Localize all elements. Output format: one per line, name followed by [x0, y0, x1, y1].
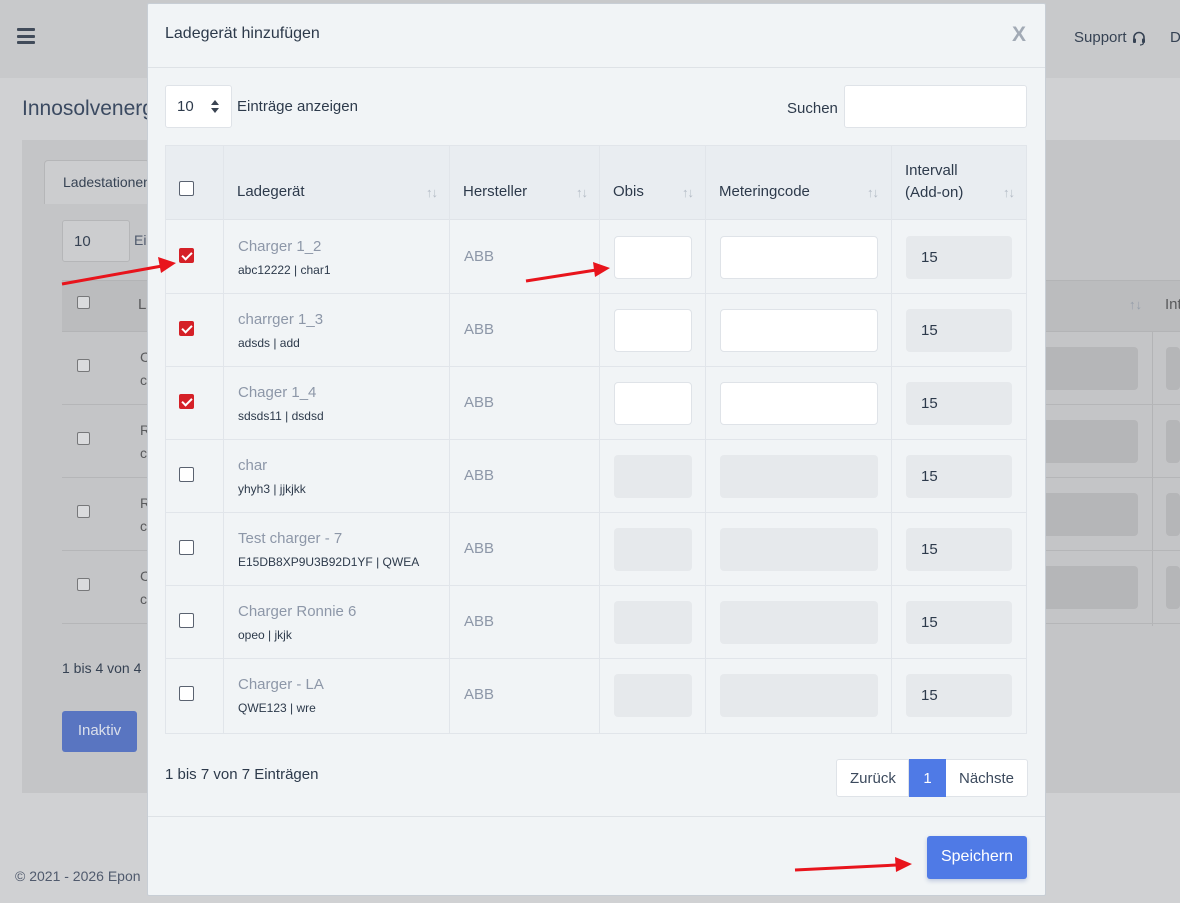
arrow-to-obis-input [525, 262, 610, 283]
annotation-arrows [61, 257, 912, 872]
arrow-to-checkbox [61, 257, 176, 286]
arrow-to-save-button [794, 857, 912, 872]
